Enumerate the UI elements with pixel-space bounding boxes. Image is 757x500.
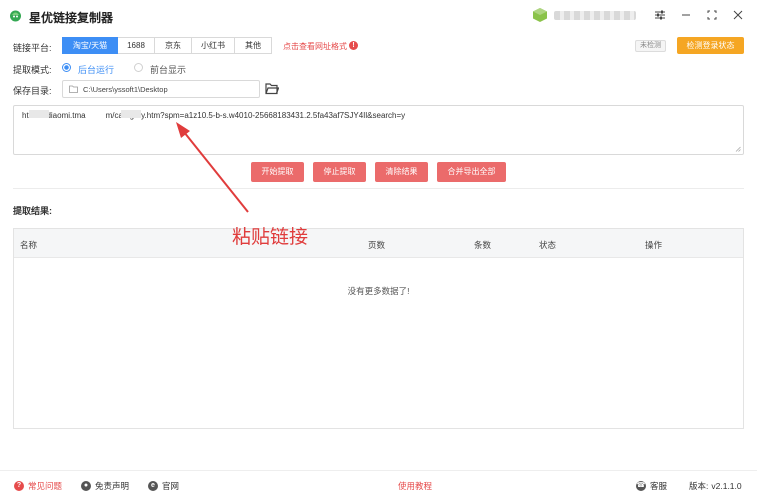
info-icon[interactable]: ! — [349, 41, 358, 50]
results-table: 名称 页数 条数 状态 操作 没有更多数据了! — [13, 228, 744, 429]
support-link[interactable]: ☎ 客服 — [636, 480, 667, 492]
question-icon: ? — [14, 481, 24, 491]
disclaimer-label: 免责声明 — [95, 481, 130, 491]
start-extract-button[interactable]: 开始提取 — [251, 162, 304, 182]
annotation-text: 粘贴链接 — [232, 226, 309, 248]
col-name: 名称 — [20, 240, 38, 250]
clear-results-button[interactable]: 清除结果 — [375, 162, 428, 182]
save-dir-field[interactable] — [62, 80, 260, 98]
platform-label: 链接平台: — [13, 43, 52, 53]
support-label: 客服 — [650, 481, 668, 491]
save-dir-input[interactable] — [83, 83, 255, 95]
col-actions: 操作 — [645, 240, 663, 250]
empty-message: 没有更多数据了! — [347, 286, 410, 296]
col-count: 条数 — [474, 240, 492, 250]
globe-icon: e — [148, 481, 158, 491]
stop-extract-button[interactable]: 停止提取 — [313, 162, 366, 182]
faq-link[interactable]: ? 常见问题 — [14, 480, 62, 492]
tab-xiaohongshu[interactable]: 小红书 — [192, 37, 235, 54]
version-label: 版本: — [689, 481, 709, 491]
username-redacted — [554, 11, 636, 20]
resize-grip-icon[interactable] — [735, 146, 741, 152]
app-logo-icon — [10, 10, 21, 22]
col-pages: 页数 — [368, 240, 386, 250]
disclaimer-link[interactable]: ● 免责声明 — [81, 480, 129, 492]
minimize-icon[interactable] — [679, 8, 693, 22]
platform-tabs: 淘宝/天猫 1688 京东 小红书 其他 — [62, 37, 272, 54]
app-title: 星优链接复制器 — [29, 11, 114, 25]
export-all-button[interactable]: 合并导出全部 — [437, 162, 506, 182]
radio-background-label[interactable]: 后台运行 — [78, 63, 114, 76]
col-status: 状态 — [539, 240, 557, 250]
login-status-badge: 未检测 — [635, 40, 666, 52]
disclaimer-icon: ● — [81, 481, 91, 491]
tutorial-label: 使用教程 — [398, 481, 433, 491]
table-header: 名称 页数 条数 状态 操作 — [14, 229, 743, 258]
folder-open-icon[interactable] — [265, 82, 279, 95]
save-dir-label: 保存目录: — [13, 86, 52, 96]
version-info: 版本: v2.1.1.0 — [689, 480, 742, 492]
check-login-button[interactable]: 检测登录状态 — [677, 37, 744, 54]
tab-jd[interactable]: 京东 — [155, 37, 192, 54]
results-title: 提取结果: — [13, 206, 52, 216]
sliders-icon[interactable] — [653, 8, 667, 22]
maximize-icon[interactable] — [705, 8, 719, 22]
divider — [13, 188, 744, 189]
tutorial-link[interactable]: 使用教程 — [398, 480, 432, 492]
folder-small-icon — [69, 85, 78, 93]
url-redacted-2 — [121, 110, 141, 118]
title-bar: 星优链接复制器 — [0, 0, 757, 32]
tab-other[interactable]: 其他 — [235, 37, 272, 54]
version-value: v2.1.1.0 — [711, 481, 742, 491]
radio-background[interactable] — [62, 63, 71, 72]
website-label: 官网 — [162, 481, 180, 491]
mode-label: 提取模式: — [13, 65, 52, 75]
avatar[interactable] — [532, 7, 548, 23]
website-link[interactable]: e 官网 — [148, 480, 179, 492]
close-icon[interactable] — [731, 8, 745, 22]
faq-label: 常见问题 — [28, 481, 63, 491]
tab-1688[interactable]: 1688 — [118, 37, 155, 54]
radio-foreground-label[interactable]: 前台显示 — [150, 63, 186, 76]
url-redacted-1 — [29, 110, 49, 118]
footer: ? 常见问题 ● 免责声明 e 官网 使用教程 ☎ 客服 版本: v2.1.1.… — [0, 470, 757, 500]
radio-foreground[interactable] — [134, 63, 143, 72]
headset-icon: ☎ — [636, 481, 646, 491]
tab-taobao[interactable]: 淘宝/天猫 — [62, 37, 118, 54]
url-format-link[interactable]: 点击查看网址格式 — [283, 41, 347, 52]
